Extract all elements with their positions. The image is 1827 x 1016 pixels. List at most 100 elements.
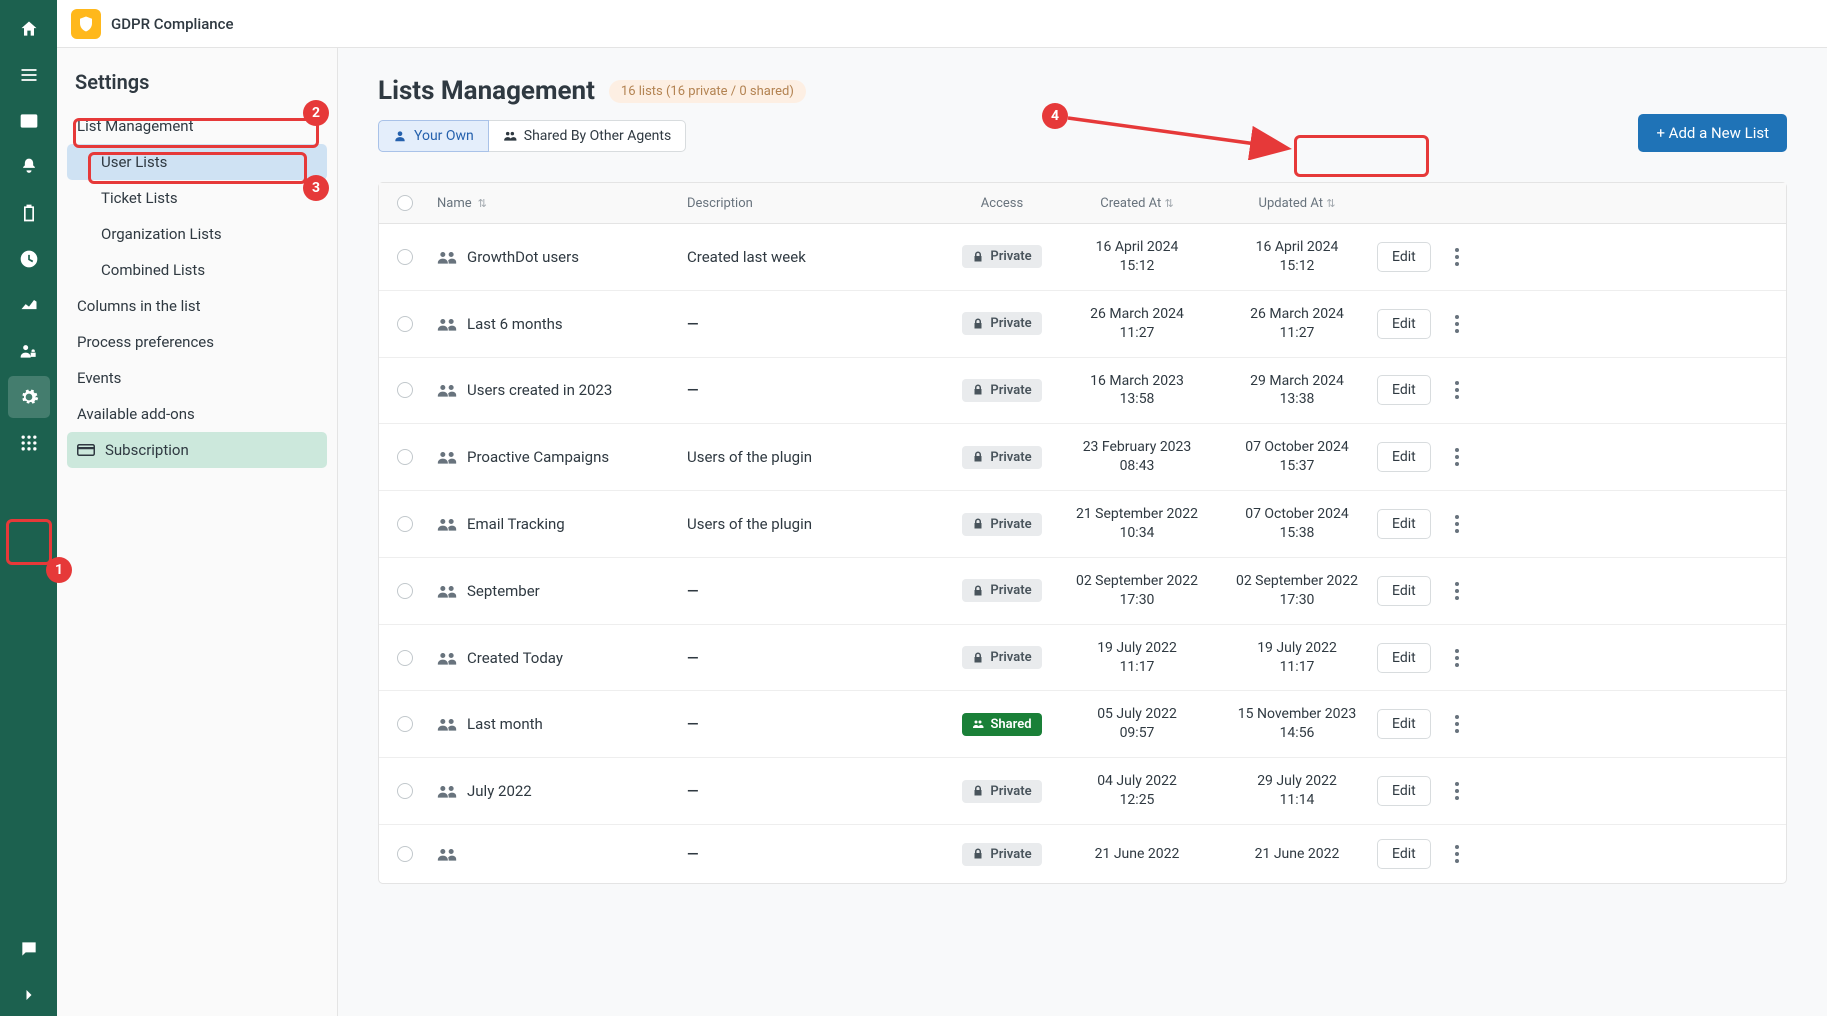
row-name[interactable]: September [467,582,540,600]
tab-your-own[interactable]: Your Own [378,120,489,152]
nav-ticket-lists[interactable]: Ticket Lists [67,180,327,216]
edit-button[interactable]: Edit [1377,442,1431,472]
nav-settings-icon[interactable] [8,376,50,418]
th-created[interactable]: Created At [1100,196,1161,211]
edit-button[interactable]: Edit [1377,509,1431,539]
row-menu-icon[interactable] [1447,381,1467,399]
row-name[interactable]: Email Tracking [467,515,565,533]
access-badge: Shared [962,713,1041,736]
row-menu-icon[interactable] [1447,582,1467,600]
nav-clock-icon[interactable] [8,238,50,280]
row-checkbox[interactable] [397,783,413,799]
row-checkbox[interactable] [397,382,413,398]
row-checkbox[interactable] [397,650,413,666]
nav-chart-icon[interactable] [8,284,50,326]
nav-home-icon[interactable] [8,8,50,50]
nav-badge-icon[interactable] [8,146,50,188]
table-row: Email TrackingUsers of the pluginPrivate… [379,491,1786,558]
users-icon [437,382,457,398]
users-icon [503,129,517,143]
users-icon [437,650,457,666]
select-all-checkbox[interactable] [397,195,413,211]
nav-subscription[interactable]: Subscription [67,432,327,468]
sort-icon: ⇅ [478,197,487,210]
th-name[interactable]: Name [437,196,472,211]
row-checkbox[interactable] [397,516,413,532]
add-new-list-button[interactable]: + Add a New List [1638,114,1787,152]
nav-expand-icon[interactable] [8,974,50,1016]
nav-list-icon[interactable] [8,54,50,96]
table-row: July 2022—Private04 July 202212:2529 Jul… [379,758,1786,825]
row-name[interactable]: Proactive Campaigns [467,448,609,466]
users-icon [437,716,457,732]
row-menu-icon[interactable] [1447,315,1467,333]
users-icon [437,583,457,599]
edit-button[interactable]: Edit [1377,309,1431,339]
row-menu-icon[interactable] [1447,248,1467,266]
row-created: 19 July 202211:17 [1057,639,1217,677]
access-badge: Private [962,646,1041,669]
th-desc[interactable]: Description [687,196,947,211]
th-access[interactable]: Access [947,196,1057,211]
row-checkbox[interactable] [397,249,413,265]
tabbar: Your Own Shared By Other Agents [378,120,806,152]
row-created: 21 September 202210:34 [1057,505,1217,543]
row-updated: 26 March 202411:27 [1217,305,1377,343]
edit-button[interactable]: Edit [1377,709,1431,739]
table-row: Last 6 months—Private26 March 202411:272… [379,291,1786,358]
row-name[interactable]: Last 6 months [467,315,563,333]
row-menu-icon[interactable] [1447,448,1467,466]
row-created: 05 July 202209:57 [1057,705,1217,743]
row-name[interactable]: July 2022 [467,782,532,800]
nav-user-lists[interactable]: User Lists [67,144,327,180]
row-checkbox[interactable] [397,316,413,332]
row-checkbox[interactable] [397,846,413,862]
access-badge: Private [962,579,1041,602]
nav-apps-icon[interactable] [8,422,50,464]
nav-users-lock-icon[interactable] [8,330,50,372]
page-title: Lists Management [378,76,595,106]
access-badge: Private [962,446,1041,469]
nav-card-icon[interactable] [8,100,50,142]
edit-button[interactable]: Edit [1377,776,1431,806]
access-badge: Private [962,312,1041,335]
nav-events[interactable]: Events [67,360,327,396]
th-updated[interactable]: Updated At [1259,196,1323,211]
row-menu-icon[interactable] [1447,782,1467,800]
edit-button[interactable]: Edit [1377,242,1431,272]
row-name[interactable]: GrowthDot users [467,248,579,266]
edit-button[interactable]: Edit [1377,576,1431,606]
edit-button[interactable]: Edit [1377,375,1431,405]
nav-process-prefs[interactable]: Process preferences [67,324,327,360]
nav-comment-icon[interactable] [8,928,50,970]
nav-addons[interactable]: Available add-ons [67,396,327,432]
row-desc: Users of the plugin [687,515,812,533]
row-name[interactable]: Users created in 2023 [467,381,612,399]
row-checkbox[interactable] [397,583,413,599]
row-checkbox[interactable] [397,716,413,732]
nav-combined-lists[interactable]: Combined Lists [67,252,327,288]
users-icon [437,449,457,465]
edit-button[interactable]: Edit [1377,643,1431,673]
row-name[interactable]: Created Today [467,649,563,667]
row-desc: — [687,715,699,733]
nav-columns[interactable]: Columns in the list [67,288,327,324]
edit-button[interactable]: Edit [1377,839,1431,869]
row-updated: 19 July 202211:17 [1217,639,1377,677]
row-menu-icon[interactable] [1447,649,1467,667]
tab-shared-label: Shared By Other Agents [524,128,671,144]
nav-clipboard-icon[interactable] [8,192,50,234]
nav-list-management[interactable]: List Management [67,108,327,144]
row-updated: 29 July 202211:14 [1217,772,1377,810]
table-row: —Private21 June 202221 June 2022Edit [379,825,1786,883]
row-name[interactable]: Last month [467,715,543,733]
content-area: Lists Management 16 lists (16 private / … [338,48,1827,1016]
row-checkbox[interactable] [397,449,413,465]
row-menu-icon[interactable] [1447,845,1467,863]
row-menu-icon[interactable] [1447,715,1467,733]
row-menu-icon[interactable] [1447,515,1467,533]
row-updated: 07 October 202415:37 [1217,438,1377,476]
nav-organization-lists[interactable]: Organization Lists [67,216,327,252]
tab-shared[interactable]: Shared By Other Agents [489,120,686,152]
row-updated: 16 April 202415:12 [1217,238,1377,276]
